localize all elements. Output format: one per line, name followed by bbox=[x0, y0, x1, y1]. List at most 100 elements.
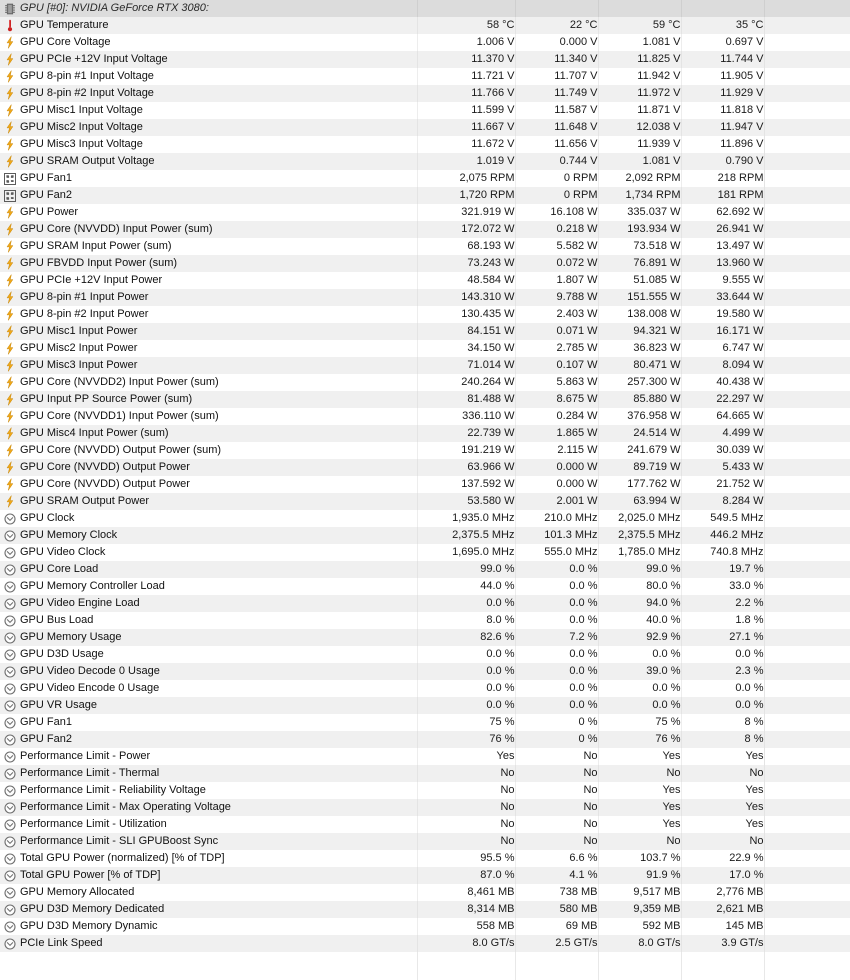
sensor-label-cell[interactable]: GPU Fan1 bbox=[0, 714, 417, 731]
sensor-row[interactable]: GPU Video Engine Load 0.0 % 0.0 % 94.0 % 2.2… bbox=[0, 595, 850, 612]
sensor-label-cell[interactable]: GPU Core (NVVDD) Output Power bbox=[0, 459, 417, 476]
sensor-row[interactable]: GPU Misc1 Input Voltage 11.599 V 11.587 V1… bbox=[0, 102, 850, 119]
sensor-row[interactable]: GPU Clock 1,935.0 MHz 210.0 MHz 2,025.0 MHz… bbox=[0, 510, 850, 527]
sensor-row[interactable]: GPU Core (NVVDD2) Input Power (sum) 240.2… bbox=[0, 374, 850, 391]
sensor-row[interactable]: GPU Fan1 2,075 RPM 0 RPM 2,092 RPM 218 RPM bbox=[0, 170, 850, 187]
sensor-row[interactable]: Total GPU Power (normalized) [% of TDP] 9… bbox=[0, 850, 850, 867]
sensor-row[interactable]: Performance Limit - Power Yes No Yes Yes bbox=[0, 748, 850, 765]
sensor-label-cell[interactable]: GPU Core (NVVDD2) Input Power (sum) bbox=[0, 374, 417, 391]
sensor-row[interactable]: GPU Bus Load 8.0 % 0.0 % 40.0 % 1.8 % bbox=[0, 612, 850, 629]
sensor-label-cell[interactable]: GPU Video Decode 0 Usage bbox=[0, 663, 417, 680]
sensor-row[interactable]: Performance Limit - Max Operating Voltag… bbox=[0, 799, 850, 816]
sensor-label-cell[interactable]: GPU Video Encode 0 Usage bbox=[0, 680, 417, 697]
sensor-row[interactable]: GPU Memory Allocated 8,461 MB 738 MB 9,517 … bbox=[0, 884, 850, 901]
sensor-label-cell[interactable]: GPU Misc1 Input Power bbox=[0, 323, 417, 340]
sensor-label-cell[interactable]: GPU Bus Load bbox=[0, 612, 417, 629]
sensor-label-cell[interactable]: GPU D3D Usage bbox=[0, 646, 417, 663]
sensor-label-cell[interactable]: GPU Fan1 bbox=[0, 170, 417, 187]
sensor-row[interactable]: GPU D3D Memory Dynamic 558 MB 69 MB 592 MB 1… bbox=[0, 918, 850, 935]
sensor-row[interactable]: GPU Core (NVVDD) Output Power 63.966 W 0.0… bbox=[0, 459, 850, 476]
sensor-label-cell[interactable]: GPU SRAM Input Power (sum) bbox=[0, 238, 417, 255]
sensor-label-cell[interactable]: GPU Memory Allocated bbox=[0, 884, 417, 901]
sensor-label-cell[interactable]: GPU 8-pin #2 Input Voltage bbox=[0, 85, 417, 102]
sensor-row[interactable]: GPU PCIe +12V Input Power 48.584 W 1.807 W… bbox=[0, 272, 850, 289]
sensor-row[interactable]: GPU 8-pin #1 Input Power 143.310 W 9.788 W… bbox=[0, 289, 850, 306]
sensor-label-cell[interactable]: GPU Misc3 Input Power bbox=[0, 357, 417, 374]
sensor-label-cell[interactable]: GPU Core Load bbox=[0, 561, 417, 578]
sensor-label-cell[interactable]: GPU FBVDD Input Power (sum) bbox=[0, 255, 417, 272]
sensor-label-cell[interactable]: GPU Core (NVVDD1) Input Power (sum) bbox=[0, 408, 417, 425]
sensor-row[interactable]: GPU SRAM Input Power (sum) 68.193 W 5.582 … bbox=[0, 238, 850, 255]
sensor-label-cell[interactable]: GPU SRAM Output Voltage bbox=[0, 153, 417, 170]
sensor-row[interactable]: PCIe Link Speed 8.0 GT/s 2.5 GT/s 8.0 GT/s 3… bbox=[0, 935, 850, 952]
sensor-row[interactable]: GPU PCIe +12V Input Voltage 11.370 V 11.34… bbox=[0, 51, 850, 68]
sensor-row[interactable]: GPU FBVDD Input Power (sum) 73.243 W 0.072… bbox=[0, 255, 850, 272]
sensor-row[interactable]: GPU D3D Usage 0.0 % 0.0 % 0.0 % 0.0 % bbox=[0, 646, 850, 663]
sensor-row[interactable]: GPU Misc3 Input Voltage 11.672 V 11.656 V1… bbox=[0, 136, 850, 153]
sensor-label-cell[interactable]: GPU Memory Usage bbox=[0, 629, 417, 646]
sensor-label-cell[interactable]: GPU Core (NVVDD) Output Power (sum) bbox=[0, 442, 417, 459]
sensor-label-cell[interactable]: GPU Fan2 bbox=[0, 731, 417, 748]
sensor-label-cell[interactable]: GPU D3D Memory Dynamic bbox=[0, 918, 417, 935]
sensor-row[interactable]: GPU Core Load 99.0 % 0.0 % 99.0 % 19.7 % bbox=[0, 561, 850, 578]
sensor-row[interactable]: GPU SRAM Output Power 53.580 W 2.001 W 63.9… bbox=[0, 493, 850, 510]
sensor-row[interactable]: GPU Fan1 75 % 0 % 75 % 8 % bbox=[0, 714, 850, 731]
sensor-label-cell[interactable]: GPU 8-pin #1 Input Voltage bbox=[0, 68, 417, 85]
sensor-row[interactable]: Performance Limit - Reliability Voltage N… bbox=[0, 782, 850, 799]
sensor-row[interactable]: GPU Misc1 Input Power 84.151 W 0.071 W 94.3… bbox=[0, 323, 850, 340]
sensor-label-cell[interactable]: Performance Limit - Reliability Voltage bbox=[0, 782, 417, 799]
sensor-row[interactable]: GPU 8-pin #2 Input Voltage 11.766 V 11.749… bbox=[0, 85, 850, 102]
sensor-row[interactable]: GPU D3D Memory Dedicated 8,314 MB 580 MB 9,… bbox=[0, 901, 850, 918]
sensor-row[interactable]: GPU Misc2 Input Power 34.150 W 2.785 W 36.8… bbox=[0, 340, 850, 357]
sensor-label-cell[interactable]: Total GPU Power [% of TDP] bbox=[0, 867, 417, 884]
sensor-label-cell[interactable]: GPU SRAM Output Power bbox=[0, 493, 417, 510]
sensor-row[interactable]: GPU 8-pin #2 Input Power 130.435 W 2.403 W… bbox=[0, 306, 850, 323]
sensor-row[interactable]: GPU Misc4 Input Power (sum) 22.739 W 1.865… bbox=[0, 425, 850, 442]
sensor-label-cell[interactable]: GPU Core (NVVDD) Output Power bbox=[0, 476, 417, 493]
device-header-row[interactable]: GPU [#0]: NVIDIA GeForce RTX 3080: bbox=[0, 0, 850, 17]
sensor-label-cell[interactable]: GPU PCIe +12V Input Power bbox=[0, 272, 417, 289]
sensor-label-cell[interactable]: GPU Misc4 Input Power (sum) bbox=[0, 425, 417, 442]
sensor-label-cell[interactable]: PCIe Link Speed bbox=[0, 935, 417, 952]
sensor-row[interactable]: GPU VR Usage 0.0 % 0.0 % 0.0 % 0.0 % bbox=[0, 697, 850, 714]
sensor-row[interactable]: Performance Limit - Utilization No No Yes Ye… bbox=[0, 816, 850, 833]
sensor-row[interactable]: GPU Misc3 Input Power 71.014 W 0.107 W 80.4… bbox=[0, 357, 850, 374]
sensor-label-cell[interactable]: GPU Video Clock bbox=[0, 544, 417, 561]
sensor-label-cell[interactable]: Performance Limit - Max Operating Voltag… bbox=[0, 799, 417, 816]
sensor-row[interactable]: GPU Memory Usage 82.6 % 7.2 % 92.9 % 27.1 % bbox=[0, 629, 850, 646]
sensor-row[interactable]: GPU Video Clock 1,695.0 MHz 555.0 MHz 1,785… bbox=[0, 544, 850, 561]
sensor-row[interactable]: GPU Core (NVVDD) Output Power (sum) 191.2… bbox=[0, 442, 850, 459]
sensor-row[interactable]: GPU Memory Clock 2,375.5 MHz 101.3 MHz 2,37… bbox=[0, 527, 850, 544]
sensor-row[interactable]: GPU Input PP Source Power (sum) 81.488 W8… bbox=[0, 391, 850, 408]
device-header-cell[interactable]: GPU [#0]: NVIDIA GeForce RTX 3080: bbox=[0, 0, 417, 17]
sensor-label-cell[interactable]: Performance Limit - Thermal bbox=[0, 765, 417, 782]
sensor-label-cell[interactable]: GPU PCIe +12V Input Voltage bbox=[0, 51, 417, 68]
sensor-label-cell[interactable]: GPU Clock bbox=[0, 510, 417, 527]
sensor-label-cell[interactable]: GPU Misc3 Input Voltage bbox=[0, 136, 417, 153]
sensor-label-cell[interactable]: GPU Misc1 Input Voltage bbox=[0, 102, 417, 119]
sensor-row[interactable]: GPU Fan2 76 % 0 % 76 % 8 % bbox=[0, 731, 850, 748]
sensor-row[interactable]: GPU Core Voltage 1.006 V 0.000 V 1.081 V 0.6… bbox=[0, 34, 850, 51]
sensor-label-cell[interactable]: GPU Fan2 bbox=[0, 187, 417, 204]
sensor-row[interactable]: GPU Core (NVVDD) Output Power 137.592 W 0.… bbox=[0, 476, 850, 493]
sensor-label-cell[interactable]: GPU Input PP Source Power (sum) bbox=[0, 391, 417, 408]
sensor-row[interactable]: Total GPU Power [% of TDP] 87.0 % 4.1 % 91.… bbox=[0, 867, 850, 884]
sensor-label-cell[interactable]: GPU Misc2 Input Power bbox=[0, 340, 417, 357]
sensor-label-cell[interactable]: GPU Memory Controller Load bbox=[0, 578, 417, 595]
sensor-row[interactable]: GPU Video Decode 0 Usage 0.0 % 0.0 % 39.0 %… bbox=[0, 663, 850, 680]
sensor-label-cell[interactable]: GPU Misc2 Input Voltage bbox=[0, 119, 417, 136]
sensor-label-cell[interactable]: GPU 8-pin #2 Input Power bbox=[0, 306, 417, 323]
sensor-row[interactable]: GPU Core (NVVDD1) Input Power (sum) 336.1… bbox=[0, 408, 850, 425]
sensor-row[interactable]: GPU Misc2 Input Voltage 11.667 V 11.648 V1… bbox=[0, 119, 850, 136]
sensor-row[interactable]: GPU Core (NVVDD) Input Power (sum) 172.07… bbox=[0, 221, 850, 238]
sensor-label-cell[interactable]: GPU Video Engine Load bbox=[0, 595, 417, 612]
sensor-row[interactable]: Performance Limit - Thermal No No No No bbox=[0, 765, 850, 782]
sensor-row[interactable]: GPU Power 321.919 W 16.108 W 335.037 W 62.69… bbox=[0, 204, 850, 221]
sensor-label-cell[interactable]: Performance Limit - Utilization bbox=[0, 816, 417, 833]
sensor-row[interactable]: GPU Memory Controller Load 44.0 % 0.0 % 80.… bbox=[0, 578, 850, 595]
sensor-row[interactable]: GPU Temperature 58 °C 22 °C 59 °C 35 °C bbox=[0, 17, 850, 34]
sensor-row[interactable]: GPU SRAM Output Voltage 1.019 V 0.744 V 1.0… bbox=[0, 153, 850, 170]
sensor-label-cell[interactable]: GPU Temperature bbox=[0, 17, 417, 34]
sensor-label-cell[interactable]: GPU D3D Memory Dedicated bbox=[0, 901, 417, 918]
sensor-row[interactable]: GPU 8-pin #1 Input Voltage 11.721 V 11.707… bbox=[0, 68, 850, 85]
